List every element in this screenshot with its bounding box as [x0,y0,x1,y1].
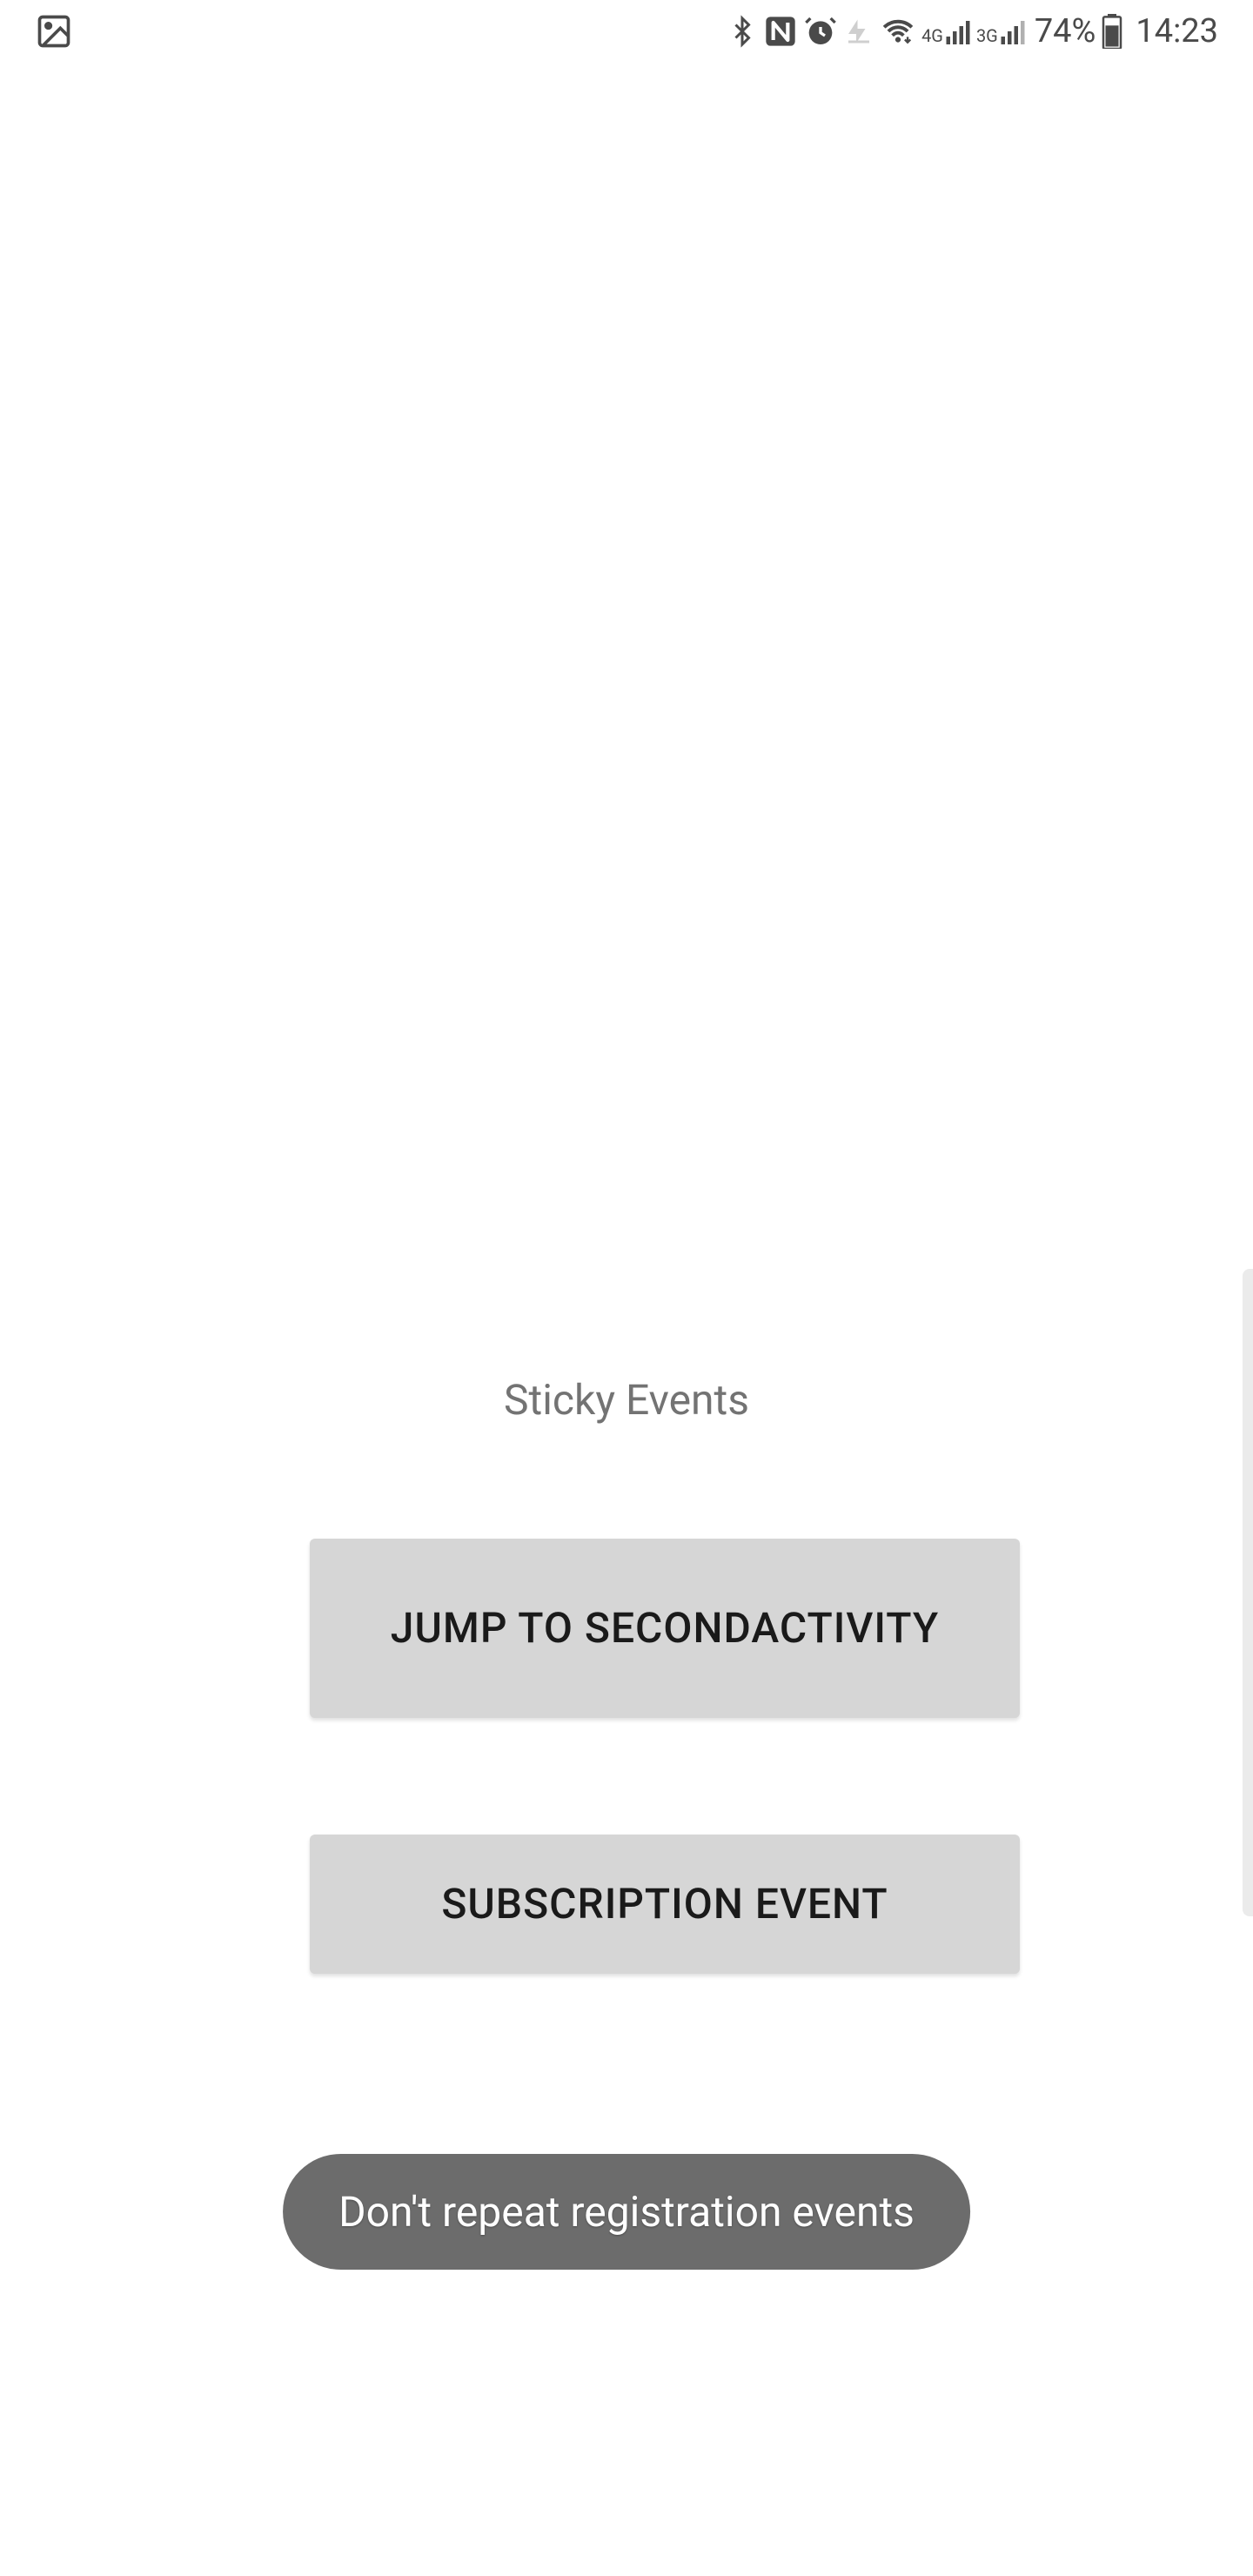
toast-message: Don't repeat registration events [283,2154,970,2270]
page-title: Sticky Events [504,1375,749,1425]
subscription-event-button[interactable]: SUBSCRIPTION EVENT [310,1835,1020,1974]
main-content: Sticky Events JUMP TO SECONDACTIVITY SUB… [0,0,1253,2576]
scrollbar-indicator[interactable] [1243,1269,1253,1916]
jump-to-second-activity-button[interactable]: JUMP TO SECONDACTIVITY [310,1539,1020,1718]
